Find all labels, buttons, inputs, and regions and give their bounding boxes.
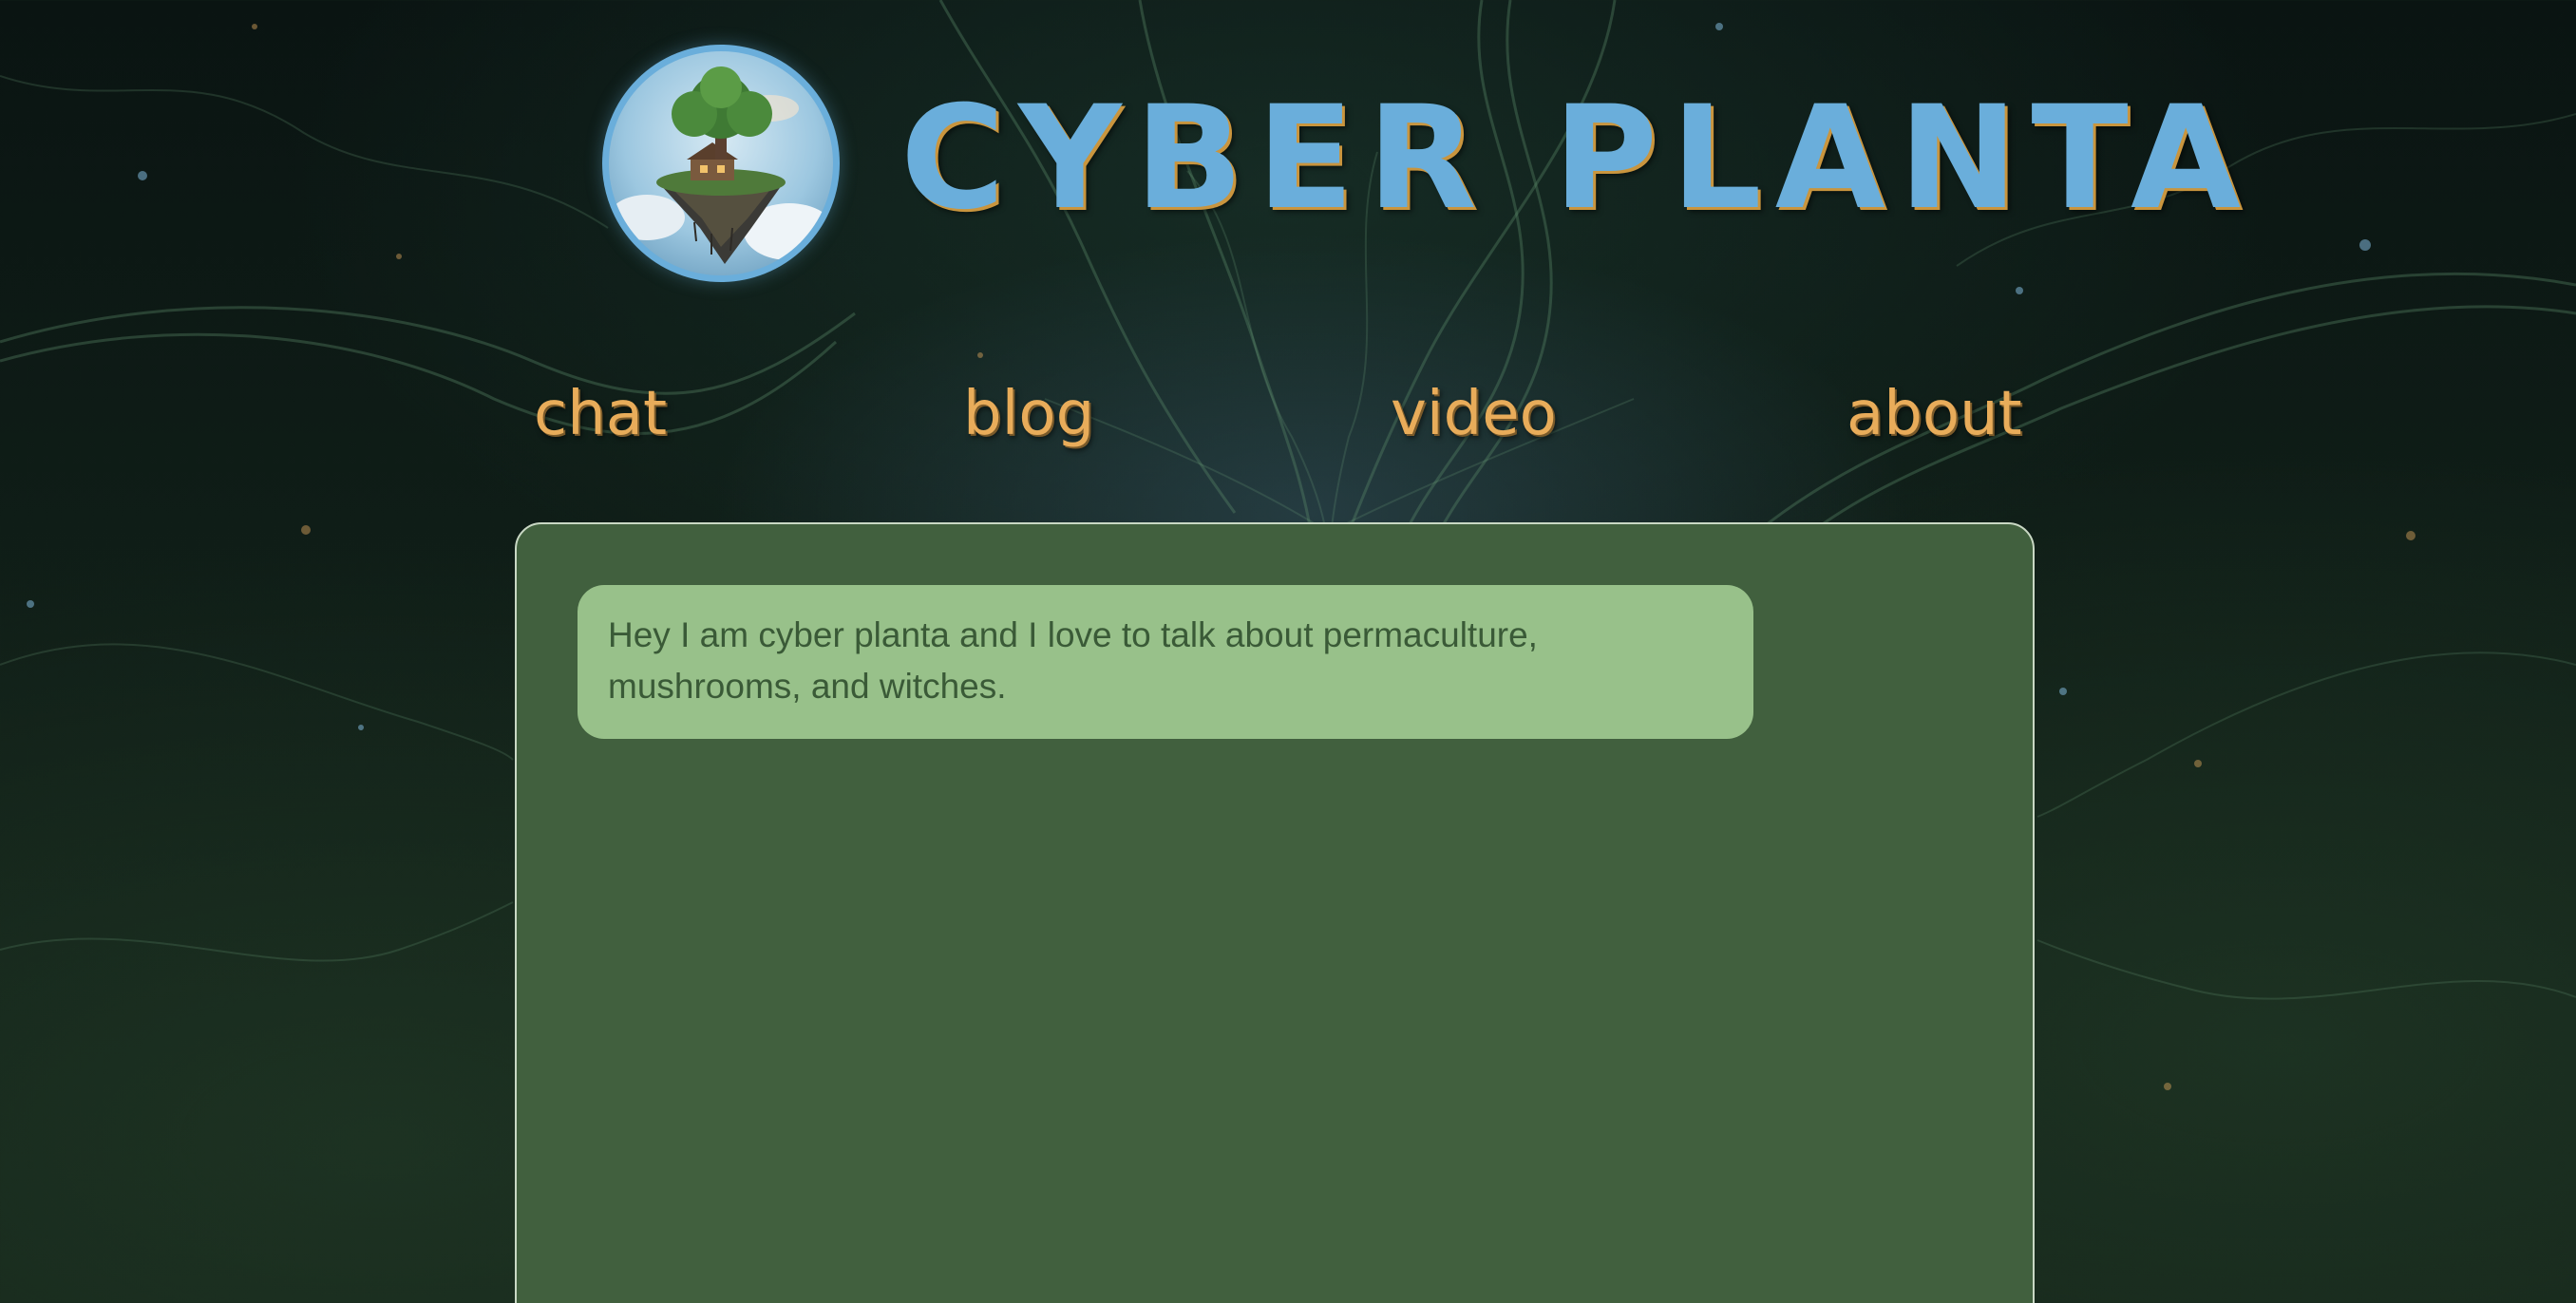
nav-link-video[interactable]: video [1391, 376, 1557, 452]
chat-message-bot: Hey I am cyber planta and I love to talk… [578, 585, 1753, 739]
nav-link-about[interactable]: about [1847, 376, 2022, 452]
nav-link-chat[interactable]: chat [534, 376, 667, 452]
site-header: CYBER PLANTA chat blog video about [0, 0, 2576, 449]
site-title: CYBER PLANTA [900, 76, 2255, 241]
chat-panel[interactable]: Hey I am cyber planta and I love to talk… [515, 522, 2035, 1303]
floating-island-tree-icon[interactable] [602, 45, 840, 282]
nav-link-blog[interactable]: blog [963, 376, 1094, 452]
chat-message-text: Hey I am cyber planta and I love to talk… [608, 615, 1538, 706]
